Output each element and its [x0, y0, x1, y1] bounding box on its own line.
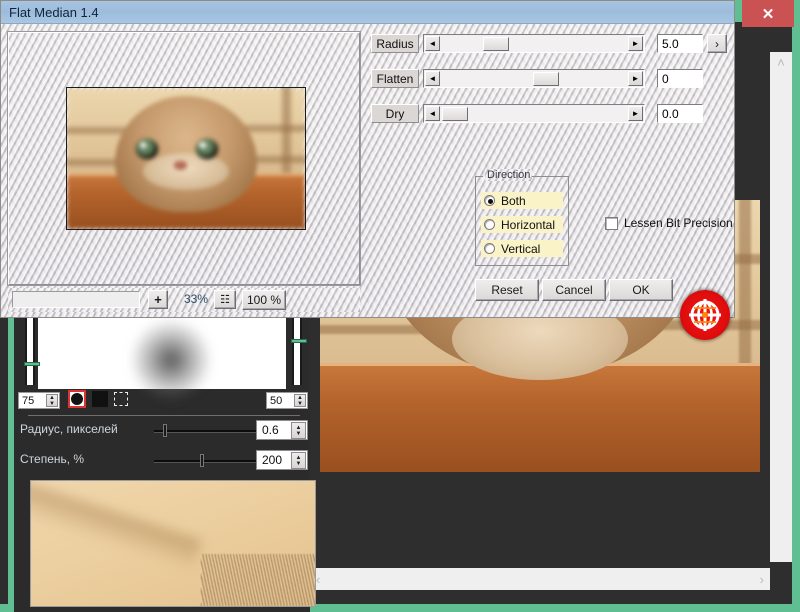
radius-label: Radius — [371, 34, 419, 53]
dry-label: Dry — [371, 104, 419, 123]
brush-size-slider-right[interactable] — [291, 315, 307, 385]
spinner-arrows[interactable]: ▲ ▼ — [46, 394, 58, 407]
dry-decrement-icon[interactable]: ◄ — [425, 106, 440, 121]
spinner-arrows[interactable]: ▲ ▼ — [291, 452, 306, 469]
direction-option-label: Both — [501, 193, 526, 208]
dry-value[interactable]: 0.0 — [657, 104, 703, 123]
zoom-in-button[interactable]: + — [148, 290, 168, 309]
direction-option-label: Vertical — [501, 241, 541, 256]
direction-option-both[interactable]: Both — [481, 192, 563, 209]
brush-blob — [130, 319, 212, 401]
radius-value[interactable]: 5.0 — [657, 34, 703, 53]
radius-param-slider[interactable] — [154, 424, 260, 437]
right-value: 50 — [270, 394, 283, 407]
strength-param-slider[interactable] — [154, 454, 260, 467]
radio-icon[interactable] — [484, 195, 495, 206]
lessen-bit-precision-label: Lessen Bit Precision — [624, 216, 733, 230]
scroll-left-icon[interactable]: ‹ — [316, 572, 320, 587]
flatten-increment-icon[interactable]: ► — [628, 71, 643, 86]
custom-selection-brush-swatch[interactable] — [114, 392, 128, 406]
spinner-down-icon[interactable]: ▼ — [296, 431, 302, 437]
slider-thumb[interactable] — [163, 424, 167, 437]
strength-param-spinner[interactable]: 200 ▲ ▼ — [256, 450, 308, 470]
reset-button[interactable]: Reset — [475, 279, 539, 301]
scroll-right-icon[interactable]: › — [760, 572, 764, 587]
slider-thumb[interactable] — [291, 339, 307, 343]
brush-tool-panel: 75 ▲ ▼ 50 ▲ ▼ Радиус, пикселей 0.6 ▲ ▼ С… — [8, 312, 316, 612]
zoom-toolbar: + 33% ☷ 100 % — [8, 288, 360, 312]
radius-param-label: Радиус, пикселей — [20, 422, 118, 436]
slider-thumb[interactable] — [24, 362, 40, 366]
vertical-scrollbar[interactable]: ˄ — [770, 52, 792, 562]
slider-thumb[interactable] — [200, 454, 204, 467]
zoom-text-field[interactable] — [12, 291, 140, 308]
preview-panel[interactable] — [7, 31, 361, 286]
close-button[interactable]: ✕ — [742, 0, 794, 27]
dialog-body: + 33% ☷ 100 % Radius ◄ ► 5.0 › Flatten ◄… — [1, 24, 734, 340]
dialog-titlebar[interactable]: Flat Median 1.4 — [1, 1, 734, 24]
flatten-value[interactable]: 0 — [657, 69, 703, 88]
checkbox-icon[interactable] — [605, 216, 618, 230]
flatten-slider-thumb[interactable] — [533, 72, 559, 86]
direction-option-vertical[interactable]: Vertical — [481, 240, 563, 257]
left-value: 75 — [22, 394, 35, 407]
dry-slider-row: Dry ◄ ► 0.0 — [371, 104, 703, 123]
horizontal-scrollbar[interactable]: ‹ › — [310, 568, 770, 590]
dry-increment-icon[interactable]: ► — [628, 106, 643, 121]
scroll-up-icon[interactable]: ˄ — [777, 55, 785, 70]
target-globe-logo[interactable] — [680, 290, 730, 340]
radius-param-value: 0.6 — [262, 423, 279, 437]
radius-slider-thumb[interactable] — [483, 37, 509, 51]
radius-param-spinner[interactable]: 0.6 ▲ ▼ — [256, 420, 308, 440]
direction-option-label: Horizontal — [501, 217, 556, 232]
right-value-spinner[interactable]: 50 ▲ ▼ — [266, 392, 308, 409]
flatten-slider[interactable]: ◄ ► — [423, 69, 645, 88]
radio-icon[interactable] — [484, 219, 495, 230]
radius-slider[interactable]: ◄ ► — [423, 34, 645, 53]
radius-slider-row: Radius ◄ ► 5.0 › — [371, 34, 727, 53]
actual-size-button[interactable]: 100 % — [242, 290, 286, 310]
flatten-slider-row: Flatten ◄ ► 0 — [371, 69, 703, 88]
soft-round-brush-swatch[interactable] — [68, 390, 86, 408]
radius-more-button[interactable]: › — [707, 34, 727, 53]
spinner-arrows[interactable]: ▲ ▼ — [291, 422, 306, 439]
dialog-title: Flat Median 1.4 — [9, 4, 99, 20]
brush-preview — [38, 317, 286, 401]
preview-image[interactable] — [66, 87, 306, 230]
spinner-down-icon[interactable]: ▼ — [296, 461, 302, 467]
flat-median-dialog: Flat Median 1.4 + 33% ☷ 100 % Radius ◄ ►… — [0, 0, 735, 340]
flatten-label: Flatten — [371, 69, 419, 88]
direction-groupbox-title: Direction — [487, 169, 531, 181]
spinner-down-icon[interactable]: ▼ — [297, 401, 303, 407]
strength-param-value: 200 — [262, 453, 283, 467]
direction-option-horizontal[interactable]: Horizontal — [481, 216, 563, 233]
scrollbar-corner — [770, 568, 792, 590]
ok-button[interactable]: OK — [609, 279, 673, 301]
brush-size-slider-left[interactable] — [24, 315, 40, 385]
fit-to-window-icon[interactable]: ☷ — [214, 290, 236, 309]
dry-slider[interactable]: ◄ ► — [423, 104, 645, 123]
cancel-button[interactable]: Cancel — [542, 279, 606, 301]
detail-preview-image — [30, 480, 316, 607]
spinner-arrows[interactable]: ▲ ▼ — [294, 394, 306, 407]
flatten-decrement-icon[interactable]: ◄ — [425, 71, 440, 86]
dry-slider-thumb[interactable] — [442, 107, 468, 121]
strength-param-label: Степень, % — [20, 452, 85, 466]
radius-increment-icon[interactable]: ► — [628, 36, 643, 51]
screen: ✕ ˄ ‹ › 75 ▲ ▼ 50 ▲ ▼ Радиус, пикселей 0… — [0, 0, 800, 612]
spinner-down-icon[interactable]: ▼ — [49, 401, 55, 407]
lessen-bit-precision-checkbox[interactable]: Lessen Bit Precision — [605, 216, 733, 230]
left-value-spinner[interactable]: 75 ▲ ▼ — [18, 392, 60, 409]
zoom-level-label: 33% — [183, 292, 209, 306]
radio-icon[interactable] — [484, 243, 495, 254]
radius-decrement-icon[interactable]: ◄ — [425, 36, 440, 51]
hard-square-brush-swatch[interactable] — [92, 391, 108, 407]
